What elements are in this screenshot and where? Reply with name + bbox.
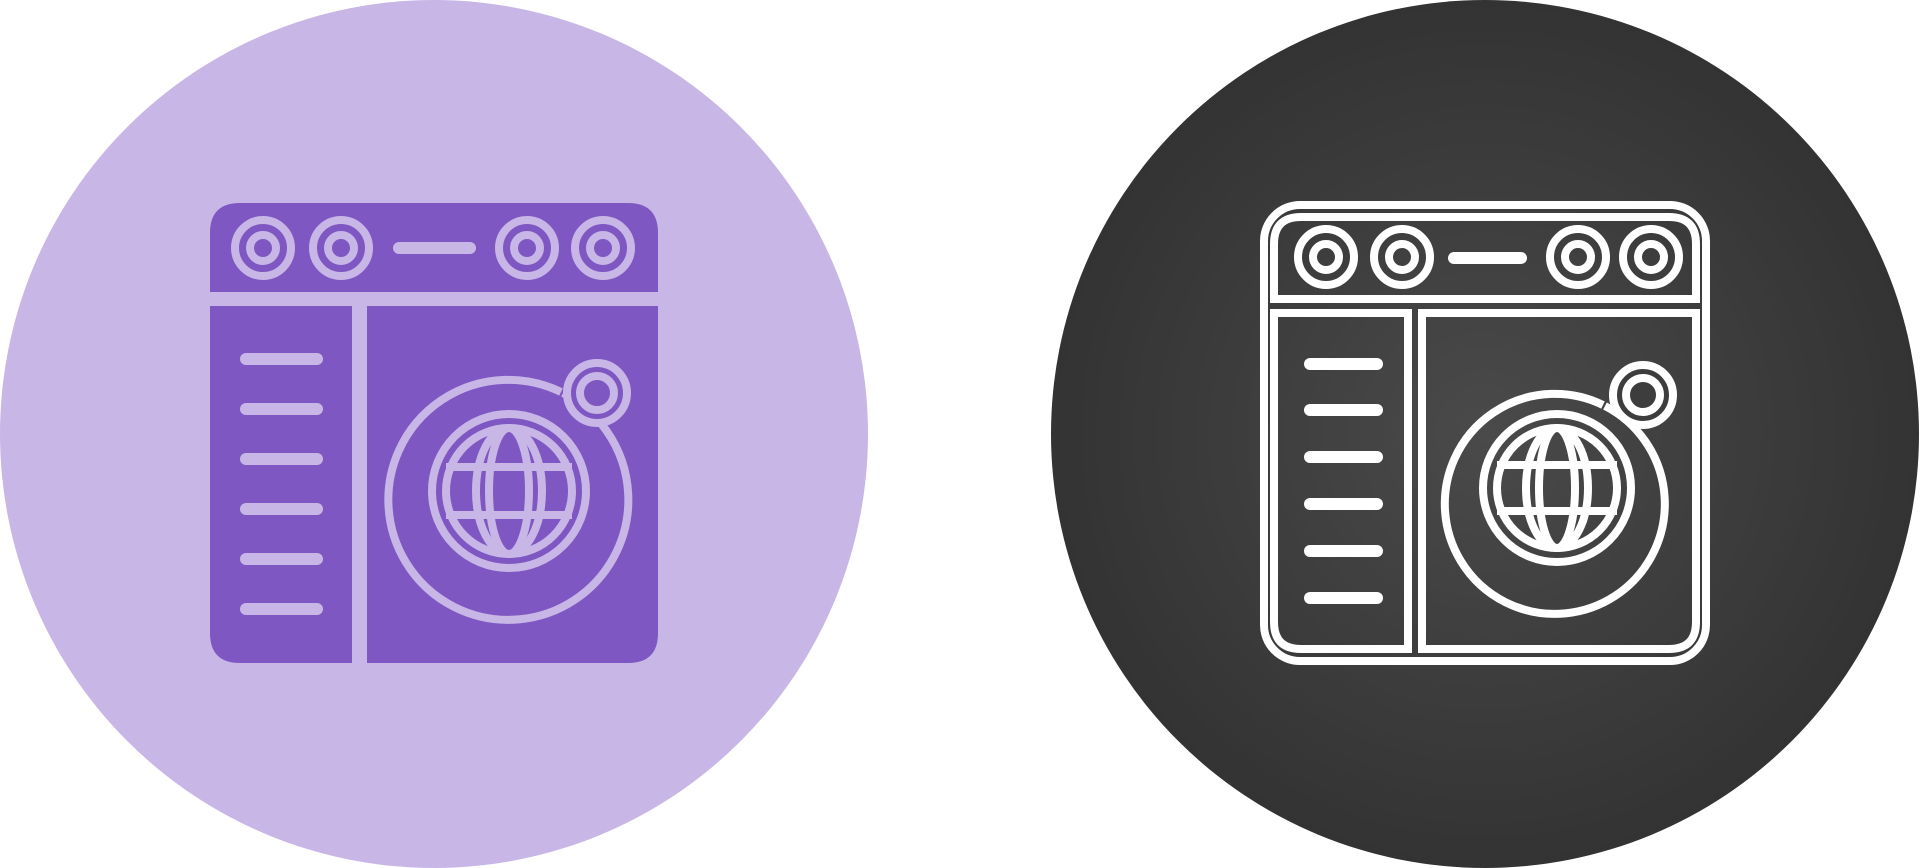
- browser-globe-glyph-icon: [0, 0, 868, 868]
- glyph-icon-svg: [0, 0, 868, 868]
- browser-content-panel: [367, 306, 658, 663]
- icon-showcase: [0, 0, 1920, 868]
- outline-icon-svg: [1051, 0, 1919, 868]
- browser-globe-outline-icon: [1051, 0, 1919, 868]
- badge-circle: [1051, 0, 1919, 868]
